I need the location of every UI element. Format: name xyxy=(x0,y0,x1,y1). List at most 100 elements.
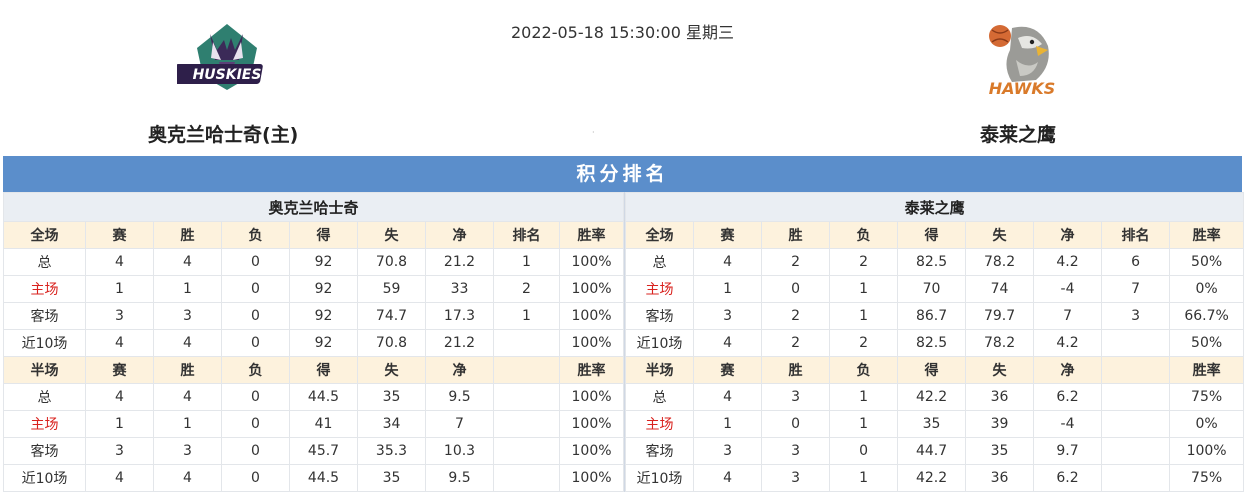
table-cell: 0 xyxy=(221,302,290,330)
column-header: 胜率 xyxy=(558,356,625,384)
table-cell: 78.2 xyxy=(965,248,1035,276)
row-label: 总 xyxy=(625,383,695,411)
table-cell: 3 xyxy=(761,437,831,465)
column-header: 净 xyxy=(425,221,494,249)
home-team-name[interactable]: 奥克兰哈士奇(主) xyxy=(148,120,298,147)
table-row: 总 4 4 0 44.5 35 9.5 100% xyxy=(3,383,625,411)
column-header: 半场 xyxy=(625,356,695,384)
home-standings-table: 奥克兰哈士奇 全场赛胜负得失净排名 胜率总 4 4 0 92 70.8 21.2 1 100% 主场 1… xyxy=(2,192,625,492)
table-cell: 100% xyxy=(558,275,625,303)
table-cell: 75% xyxy=(1169,464,1245,492)
table-cell: 79.7 xyxy=(965,302,1035,330)
column-header: 失 xyxy=(965,356,1035,384)
table-cell: 100% xyxy=(558,248,625,276)
table-cell: 75% xyxy=(1169,383,1245,411)
table-cell: 3 xyxy=(153,302,222,330)
column-header: 净 xyxy=(1033,356,1103,384)
table-cell: 4 xyxy=(85,464,154,492)
table-cell: 1 xyxy=(829,383,899,411)
row-label: 客场 xyxy=(3,437,86,465)
table-cell: 92 xyxy=(289,248,358,276)
column-header: 胜 xyxy=(153,221,222,249)
table-cell xyxy=(1101,383,1171,411)
team-header-name: 奥克兰哈士奇 xyxy=(2,192,625,222)
table-cell: 35 xyxy=(965,437,1035,465)
column-header-row: 半场赛胜负得失净 胜率 xyxy=(3,356,625,384)
column-header-row: 半场赛胜负得失净 胜率 xyxy=(625,356,1245,384)
table-cell: 100% xyxy=(558,464,625,492)
table-cell: 4.2 xyxy=(1033,329,1103,357)
table-cell: 74.7 xyxy=(357,302,426,330)
table-cell: 10.3 xyxy=(425,437,494,465)
away-team-name[interactable]: 泰莱之鹰 xyxy=(980,120,1056,147)
table-row: 主场 1 1 0 92 59 33 2 100% xyxy=(3,275,625,303)
column-header: 胜率 xyxy=(1169,221,1245,249)
row-label: 客场 xyxy=(625,437,695,465)
table-cell: 17.3 xyxy=(425,302,494,330)
table-cell: 3 xyxy=(761,464,831,492)
table-cell: 45.7 xyxy=(289,437,358,465)
divider-dot: · xyxy=(592,128,595,137)
match-header: HUSKIES 2022-05-18 15:30:00 星期三 · HAWKS … xyxy=(0,0,1245,156)
table-cell: 7 xyxy=(1033,302,1103,330)
table-cell: 92 xyxy=(289,302,358,330)
table-cell: 0 xyxy=(221,410,290,438)
table-row: 主场 1 1 0 41 34 7 100% xyxy=(3,410,625,438)
standings-title: 积分排名 xyxy=(3,156,1242,192)
column-header: 净 xyxy=(1033,221,1103,249)
table-cell xyxy=(493,437,560,465)
standings-section: 积分排名 奥克兰哈士奇 全场赛胜负得失净排名 胜率总 4 4 0 92 70.8 21.2 1 10… xyxy=(2,156,1245,492)
table-cell: 50% xyxy=(1169,329,1245,357)
column-header: 全场 xyxy=(625,221,695,249)
column-header: 胜 xyxy=(761,356,831,384)
table-row: 主场 1 0 1 70 74 -4 7 0% xyxy=(625,275,1245,303)
table-row: 总 4 2 2 82.5 78.2 4.2 6 50% xyxy=(625,248,1245,276)
table-cell: 2 xyxy=(761,248,831,276)
table-cell: 70.8 xyxy=(357,329,426,357)
table-cell: 3 xyxy=(693,302,763,330)
table-cell: 4 xyxy=(153,464,222,492)
table-cell: 78.2 xyxy=(965,329,1035,357)
column-header: 赛 xyxy=(693,356,763,384)
table-cell: 4 xyxy=(85,383,154,411)
table-row: 客场 3 3 0 44.7 35 9.7 100% xyxy=(625,437,1245,465)
table-cell: 4 xyxy=(153,248,222,276)
table-cell: 9.5 xyxy=(425,383,494,411)
table-cell: 4 xyxy=(693,329,763,357)
table-cell: 1 xyxy=(153,275,222,303)
table-cell: 3 xyxy=(85,302,154,330)
column-header: 负 xyxy=(221,221,290,249)
table-cell: 9.5 xyxy=(425,464,494,492)
table-cell: 50% xyxy=(1169,248,1245,276)
table-cell: 34 xyxy=(357,410,426,438)
table-row: 近10场 4 4 0 92 70.8 21.2 100% xyxy=(3,329,625,357)
table-cell: 4 xyxy=(85,329,154,357)
table-cell: 2 xyxy=(829,248,899,276)
table-cell: 100% xyxy=(558,329,625,357)
away-team-logo[interactable]: HAWKS xyxy=(972,20,1072,112)
table-cell: 3 xyxy=(85,437,154,465)
table-cell: 0 xyxy=(221,329,290,357)
table-cell: 1 xyxy=(829,410,899,438)
svg-text:HAWKS: HAWKS xyxy=(989,79,1055,98)
column-header xyxy=(1101,356,1171,384)
table-cell: 100% xyxy=(558,383,625,411)
table-cell: 59 xyxy=(357,275,426,303)
column-header: 赛 xyxy=(85,356,154,384)
table-cell: 0 xyxy=(829,437,899,465)
column-header: 胜率 xyxy=(1169,356,1245,384)
table-cell: 6.2 xyxy=(1033,464,1103,492)
table-cell: 1 xyxy=(85,410,154,438)
row-label: 近10场 xyxy=(3,464,86,492)
column-header: 排名 xyxy=(1101,221,1171,249)
table-cell: 92 xyxy=(289,329,358,357)
table-cell: 35 xyxy=(357,383,426,411)
table-cell: 41 xyxy=(289,410,358,438)
table-cell: 3 xyxy=(153,437,222,465)
table-cell: 3 xyxy=(693,437,763,465)
table-cell: 44.5 xyxy=(289,464,358,492)
row-label: 近10场 xyxy=(3,329,86,357)
column-header-row: 全场赛胜负得失净排名 胜率 xyxy=(625,221,1245,249)
svg-text:HUSKIES: HUSKIES xyxy=(193,67,262,83)
table-cell xyxy=(493,410,560,438)
